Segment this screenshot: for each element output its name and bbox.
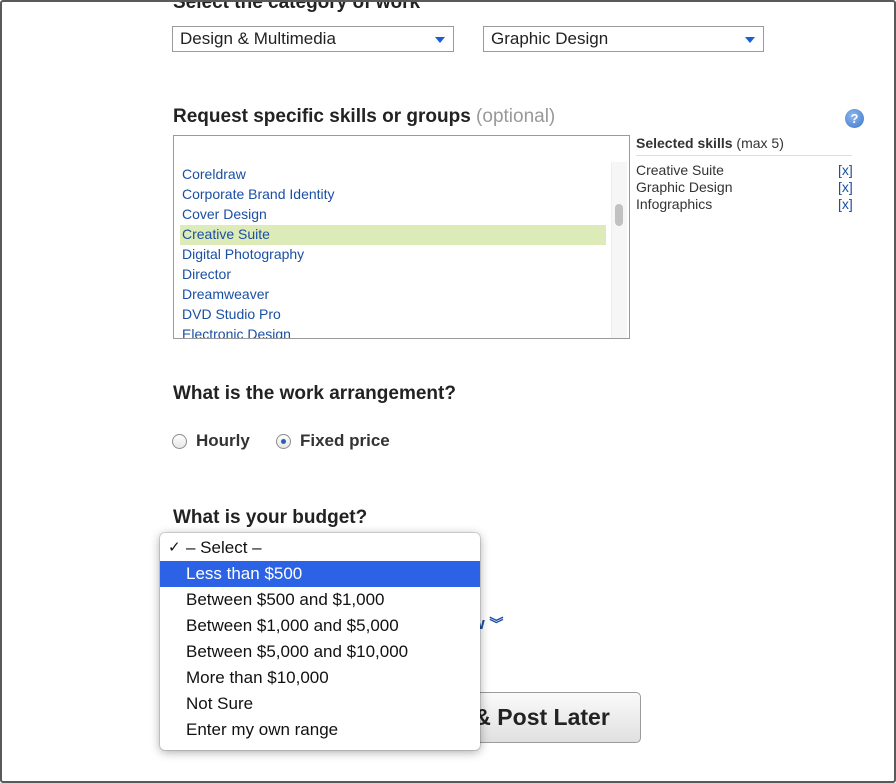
budget-dropdown-menu[interactable]: ✓ – Select – Less than $500 Between $500… <box>160 533 480 750</box>
selected-skills-title-text: Selected skills <box>636 135 733 151</box>
skill-item-dvd-studio-pro[interactable]: DVD Studio Pro <box>180 305 606 325</box>
fixed-price-label[interactable]: Fixed price <box>300 431 390 451</box>
remove-skill-button[interactable]: [x] <box>838 162 853 178</box>
selected-skills-divider <box>636 155 852 156</box>
skill-item-coreldraw[interactable]: Coreldraw <box>180 165 606 185</box>
skills-heading: Request specific skills or groups (optio… <box>173 106 555 128</box>
skill-item-director[interactable]: Director <box>180 265 606 285</box>
budget-heading: What is your budget? <box>173 507 368 528</box>
budget-option-own-range[interactable]: Enter my own range <box>160 717 480 743</box>
hourly-radio[interactable] <box>172 434 187 449</box>
question-icon[interactable]: ? <box>845 109 864 128</box>
checkmark-icon: ✓ <box>168 539 181 556</box>
remove-skill-button[interactable]: [x] <box>838 196 853 212</box>
dropdown-arrow-icon <box>435 37 445 43</box>
skill-item-cover-design[interactable]: Cover Design <box>180 205 606 225</box>
skill-item-dreamweaver[interactable]: Dreamweaver <box>180 285 606 305</box>
selected-skills-max: (max 5) <box>736 135 784 151</box>
selected-skill-name: Graphic Design <box>636 179 733 195</box>
budget-option-select[interactable]: ✓ – Select – <box>160 535 480 561</box>
skills-scrollbar[interactable] <box>611 162 627 338</box>
selected-skills-title: Selected skills (max 5) <box>636 135 784 151</box>
optional-label: (optional) <box>476 106 556 127</box>
skill-item-electronic-design[interactable]: Electronic Design <box>180 325 606 338</box>
budget-option-label: – Select – <box>186 538 262 557</box>
budget-option-5000-10000[interactable]: Between $5,000 and $10,000 <box>160 639 480 665</box>
category-select-value: Design & Multimedia <box>180 29 336 48</box>
fixed-price-radio[interactable] <box>276 434 291 449</box>
skills-heading-text: Request specific skills or groups <box>173 106 471 127</box>
category-select[interactable]: Design & Multimedia <box>172 26 454 52</box>
double-chevron-down-icon: ︾ <box>489 616 504 632</box>
skill-item-digital-photography[interactable]: Digital Photography <box>180 245 606 265</box>
category-heading: Select the category of work <box>173 0 421 13</box>
remove-skill-button[interactable]: [x] <box>838 179 853 195</box>
hourly-label[interactable]: Hourly <box>196 431 250 451</box>
dropdown-arrow-icon <box>745 37 755 43</box>
form-frame: Select the category of work Design & Mul… <box>0 0 896 783</box>
skill-item-corporate-brand-identity[interactable]: Corporate Brand Identity <box>180 185 606 205</box>
selected-skill-name: Infographics <box>636 196 713 212</box>
budget-option-not-sure[interactable]: Not Sure <box>160 691 480 717</box>
budget-option-1000-5000[interactable]: Between $1,000 and $5,000 <box>160 613 480 639</box>
skills-list[interactable]: Coreldraw Corporate Brand Identity Cover… <box>173 162 630 339</box>
subcategory-select-value: Graphic Design <box>491 29 609 48</box>
budget-option-500-1000[interactable]: Between $500 and $1,000 <box>160 587 480 613</box>
budget-option-more-than-10000[interactable]: More than $10,000 <box>160 665 480 691</box>
skills-search-input[interactable] <box>173 135 630 163</box>
arrangement-heading: What is the work arrangement? <box>173 383 456 404</box>
subcategory-select[interactable]: Graphic Design <box>483 26 764 52</box>
selected-skill-name: Creative Suite <box>636 162 724 178</box>
scrollbar-thumb[interactable] <box>615 204 623 226</box>
skill-item-creative-suite[interactable]: Creative Suite <box>180 225 606 245</box>
budget-option-less-than-500[interactable]: Less than $500 <box>160 561 480 587</box>
